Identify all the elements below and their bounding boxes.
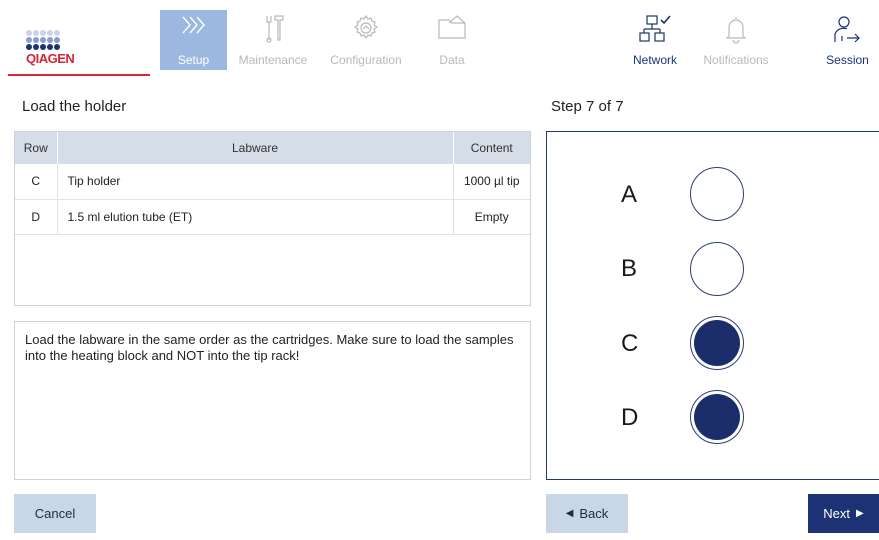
notifications-button[interactable]: Notifications [700,10,772,70]
notifications-label: Notifications [703,53,769,67]
session-label: Session [826,53,869,67]
column-header-row: Row [15,132,58,164]
logo-dots [26,30,60,51]
cell-content: Empty [453,199,530,235]
tab-setup[interactable]: Setup [160,10,227,70]
holder-well-a [690,167,744,221]
holder-row-label: C [621,330,639,357]
labware-table-grid: Row Labware Content C Tip holder 1000 µl… [15,132,530,235]
table-header-row: Row Labware Content [15,132,530,164]
cell-content: 1000 µl tip [453,164,530,200]
holder-well-d-filled [690,390,744,444]
network-status[interactable]: Network [618,10,692,70]
top-bar: QIAGEN Setup Maintenance Configuration D… [0,0,879,80]
instruction-text: Load the labware in the same order as th… [25,332,514,363]
folder-icon [437,14,467,43]
user-logout-icon [832,14,864,47]
page-title: Load the holder [22,98,127,115]
holder-row-label: B [621,255,638,282]
caret-left-icon: ◀ [565,508,574,519]
tools-icon [261,14,285,47]
tab-label: Setup [177,53,210,67]
labware-table: Row Labware Content C Tip holder 1000 µl… [14,131,531,306]
network-icon [638,14,672,47]
holder-well-b [690,242,744,296]
qiagen-logo: QIAGEN [22,30,92,80]
tab-label: Data [439,53,465,67]
tab-data[interactable]: Data [422,10,482,70]
back-button[interactable]: ◀ Back [546,494,628,533]
setup-chevrons-icon [180,14,208,39]
column-header-labware: Labware [57,132,454,164]
session-button[interactable]: Session [816,10,879,70]
next-button[interactable]: Next ▶ [808,494,879,533]
cell-labware: 1.5 ml elution tube (ET) [57,199,454,235]
tab-configuration[interactable]: Configuration [322,10,410,70]
holder-row-label: A [621,181,638,208]
instruction-panel: Load the labware in the same order as th… [14,321,531,480]
cell-row: D [15,199,58,235]
holder-well-c-filled [690,316,744,370]
cell-labware: Tip holder [57,164,454,200]
caret-right-icon: ▶ [856,508,864,519]
column-header-content: Content [470,141,513,155]
next-label: Next [823,506,851,521]
brand-underline [8,74,150,76]
tab-label: Configuration [330,53,402,67]
cancel-button[interactable]: Cancel [14,494,96,533]
holder-row-label: D [621,404,639,431]
tab-maintenance[interactable]: Maintenance [232,10,314,70]
table-row: D 1.5 ml elution tube (ET) Empty [15,199,530,235]
logo-wordmark: QIAGEN [26,51,75,66]
table-row: C Tip holder 1000 µl tip [15,164,530,200]
cell-row: C [15,164,58,200]
cancel-label: Cancel [34,506,76,521]
gear-icon [352,14,380,45]
step-indicator: Step 7 of 7 [551,98,624,115]
tab-label: Maintenance [238,53,308,67]
network-label: Network [632,53,677,67]
back-label: Back [579,506,609,521]
bell-icon [724,14,748,47]
